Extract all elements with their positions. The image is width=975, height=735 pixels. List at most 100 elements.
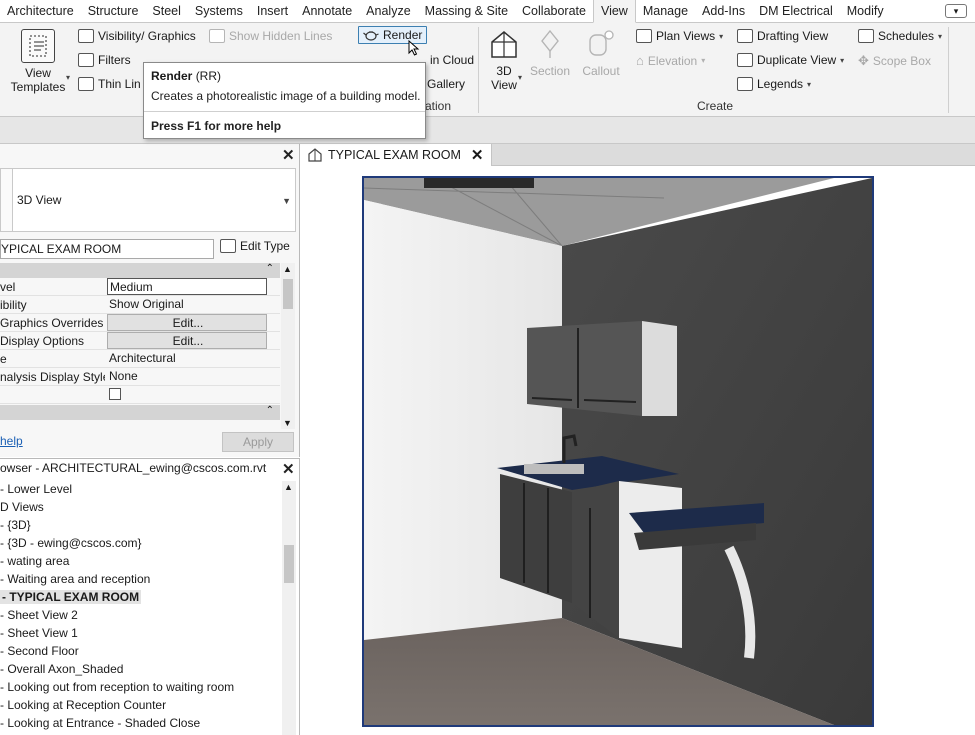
property-row: e Architectural <box>0 350 280 368</box>
thin-lines-button[interactable]: Thin Lin <box>78 77 141 91</box>
browser-item[interactable]: - Looking at Reception Counter <box>0 696 281 714</box>
legends-button[interactable]: Legends ▾ <box>737 77 811 91</box>
3d-view-button[interactable]: 3D View <box>484 27 524 92</box>
tab-systems[interactable]: Systems <box>188 0 250 23</box>
filters-icon <box>78 53 94 67</box>
scrollbar-thumb[interactable] <box>283 279 293 309</box>
plan-views-button[interactable]: Plan Views ▾ <box>636 29 723 43</box>
tab-massing-site[interactable]: Massing & Site <box>418 0 515 23</box>
drafting-view-button[interactable]: Drafting View <box>737 29 828 43</box>
section-button[interactable]: Section <box>527 27 573 78</box>
view-tab-typical-exam-room[interactable]: TYPICAL EXAM ROOM ✕ <box>300 144 493 166</box>
collapse-chevron-icon: ⌃ <box>265 263 274 274</box>
tab-architecture[interactable]: Architecture <box>0 0 81 23</box>
ribbon-minimize-toggle-icon[interactable]: ▾ <box>945 4 967 18</box>
browser-item[interactable]: - Second Floor <box>0 642 281 660</box>
browser-item-label: - Second Floor <box>0 644 79 658</box>
property-value[interactable]: Show Original <box>107 296 267 313</box>
filters-button[interactable]: Filters <box>78 53 131 67</box>
browser-item[interactable]: - Looking out from reception to waiting … <box>0 678 281 696</box>
3d-view-caret-icon[interactable]: ▾ <box>518 73 522 82</box>
callout-button[interactable]: Callout <box>578 27 624 78</box>
property-checkbox-cell[interactable] <box>107 386 267 403</box>
collapse-chevron-icon: ⌃ <box>265 405 274 416</box>
tab-dm-electrical[interactable]: DM Electrical <box>752 0 840 23</box>
browser-item[interactable]: - wating area <box>0 552 281 570</box>
render-in-cloud-button[interactable]: in Cloud <box>430 53 474 67</box>
tooltip-title: Render (RR) <box>151 69 221 83</box>
browser-close-icon[interactable]: ✕ <box>282 462 295 477</box>
browser-item[interactable]: - {3D - ewing@cscos.com} <box>0 534 281 552</box>
browser-item[interactable]: - Sheet View 1 <box>0 624 281 642</box>
scroll-down-icon[interactable]: ▼ <box>283 418 292 428</box>
property-checkbox[interactable] <box>109 388 121 400</box>
properties-group-header[interactable]: ⌃ <box>0 263 280 278</box>
browser-item-label: D Views <box>0 500 44 514</box>
properties-help-link[interactable]: help <box>0 434 23 448</box>
properties-scrollbar[interactable]: ▲ ▼ <box>281 263 295 429</box>
scroll-up-icon[interactable]: ▲ <box>284 482 293 492</box>
visibility-graphics-button[interactable]: Visibility/ Graphics <box>78 29 196 43</box>
rendered-exam-room-view <box>364 178 872 725</box>
browser-item[interactable]: - Sheet View 2 <box>0 606 281 624</box>
apply-button[interactable]: Apply <box>222 432 294 452</box>
mouse-cursor-icon <box>408 40 420 56</box>
drafting-view-icon <box>737 29 753 43</box>
tab-steel[interactable]: Steel <box>145 0 188 23</box>
browser-item[interactable]: - Lower Level <box>0 480 281 498</box>
render-gallery-label: Gallery <box>427 77 466 91</box>
schedules-caret-icon: ▾ <box>938 31 943 41</box>
browser-tree: - Lower Level D Views - {3D} - {3D - ewing@… <box>0 480 281 735</box>
browser-item[interactable]: D Views <box>0 498 281 516</box>
thin-lines-label: Thin Lin <box>98 77 141 91</box>
duplicate-view-button[interactable]: Duplicate View ▾ <box>737 53 844 67</box>
property-row: vel Medium <box>0 278 280 296</box>
browser-item[interactable]: - {3D} <box>0 516 281 534</box>
tab-add-ins[interactable]: Add-Ins <box>695 0 752 23</box>
browser-scrollbar[interactable]: ▲ <box>282 481 296 735</box>
schedules-button[interactable]: Schedules ▾ <box>858 29 942 43</box>
browser-item-label: - Sheet View 1 <box>0 626 78 640</box>
edit-type-button[interactable]: Edit Type <box>220 239 290 253</box>
browser-item-label: - Looking out from reception to waiting … <box>0 680 235 694</box>
edit-type-label: Edit Type <box>240 239 290 253</box>
render-gallery-button[interactable]: Gallery <box>427 77 465 91</box>
tab-insert[interactable]: Insert <box>250 0 295 23</box>
tab-collaborate[interactable]: Collaborate <box>515 0 593 23</box>
properties-close-icon[interactable]: ✕ <box>282 148 295 163</box>
tab-manage[interactable]: Manage <box>636 0 695 23</box>
view-tab-close-icon[interactable]: ✕ <box>471 146 484 164</box>
properties-panel: ✕ 3D View ▼ YPICAL EXAM ROOM ⌄ Edit Type… <box>0 144 300 457</box>
browser-item[interactable]: - TYPICAL EXAM ROOM <box>0 588 281 606</box>
browser-item[interactable]: - Looking at Entrance - Shaded Close <box>0 714 281 732</box>
tab-annotate[interactable]: Annotate <box>295 0 359 23</box>
show-hidden-lines-button[interactable]: Show Hidden Lines <box>209 29 332 43</box>
property-edit-button[interactable]: Edit... <box>107 332 267 349</box>
property-edit-button[interactable]: Edit... <box>107 314 267 331</box>
property-value[interactable]: Medium <box>107 278 267 295</box>
view-templates-button[interactable]: View Templates <box>8 29 68 94</box>
tab-modify[interactable]: Modify <box>840 0 891 23</box>
base-cabinet-side <box>619 481 682 648</box>
elevation-button[interactable]: ⌂ Elevation ▾ <box>636 53 705 68</box>
browser-item[interactable]: - Overall Axon_Shaded <box>0 660 281 678</box>
browser-item-label: - Looking at Reception Counter <box>0 698 167 712</box>
property-value[interactable]: None <box>107 368 267 385</box>
tab-analyze[interactable]: Analyze <box>359 0 417 23</box>
browser-item[interactable]: - Waiting area and reception <box>0 570 281 588</box>
legends-label: Legends <box>757 77 804 91</box>
type-name: 3D View <box>17 193 62 207</box>
properties-group-header[interactable]: ⌃ <box>0 405 280 420</box>
scrollbar-thumb[interactable] <box>284 545 294 583</box>
browser-item-label: - wating area <box>0 554 70 568</box>
tab-view[interactable]: View <box>592 0 636 23</box>
teapot-icon <box>363 31 379 41</box>
property-label: ibility <box>0 298 27 312</box>
tab-structure[interactable]: Structure <box>81 0 146 23</box>
scroll-up-icon[interactable]: ▲ <box>283 264 292 274</box>
scope-box-button[interactable]: ✥ Scope Box <box>858 53 931 69</box>
view-templates-caret-icon[interactable]: ▾ <box>66 73 70 82</box>
instance-selector[interactable]: YPICAL EXAM ROOM ⌄ <box>0 239 214 259</box>
type-selector[interactable]: 3D View ▼ <box>0 168 296 232</box>
property-value[interactable]: Architectural <box>107 350 267 367</box>
